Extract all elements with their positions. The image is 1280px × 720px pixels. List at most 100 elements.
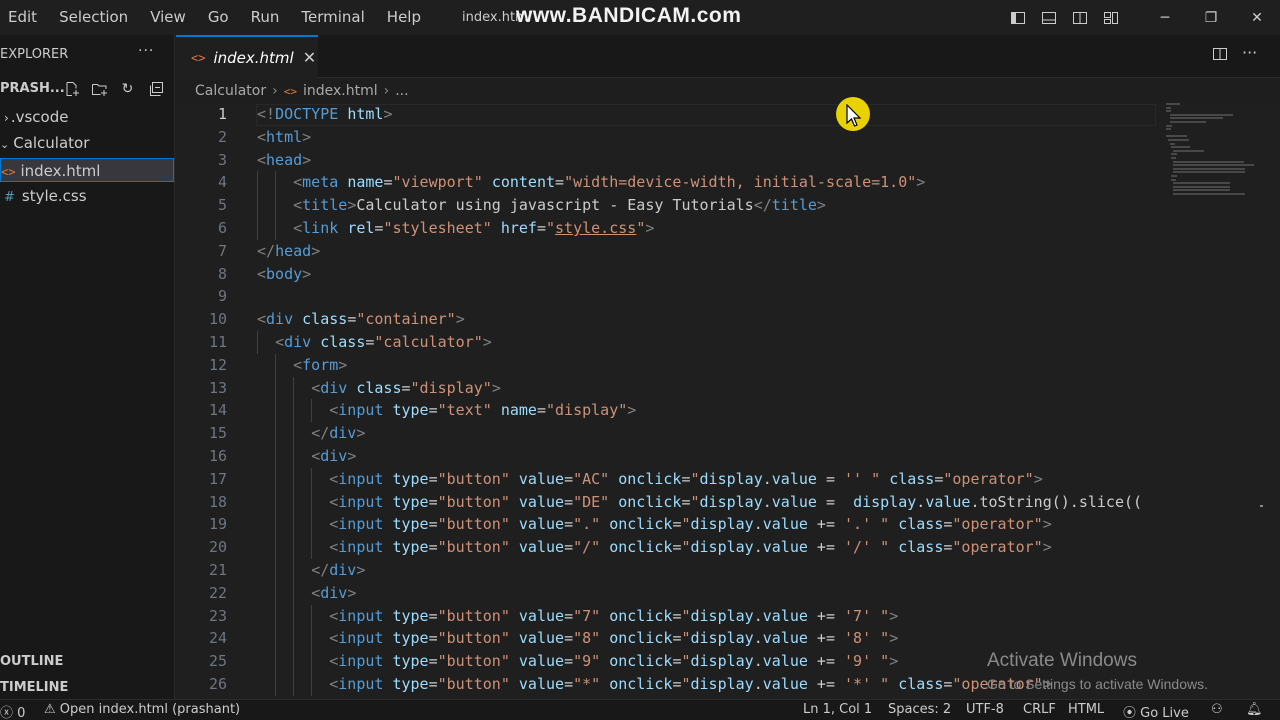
activate-windows-title: Activate Windows [987,650,1137,671]
code-line[interactable]: 2 <html> [176,126,1176,149]
code-line[interactable]: 5 <title>Calculator using javascript - E… [176,194,1176,218]
code-line[interactable]: 22 <div> [176,581,1176,605]
outline-panel-header[interactable]: OUTLINE [0,654,63,669]
minimap[interactable] [1166,103,1266,213]
new-file-icon[interactable] [62,79,81,98]
code-text: <input type="text" name="display"> [257,399,636,422]
code-token: < [293,173,303,192]
breadcrumb-more[interactable]: ... [395,83,408,99]
code-token: = [428,515,438,534]
close-window-icon[interactable]: ✕ [1234,0,1280,35]
new-folder-icon[interactable] [90,79,109,98]
explorer-more-icon[interactable]: ··· [138,43,154,59]
code-token: " [681,538,691,557]
customize-layout-icon[interactable] [1095,0,1126,35]
project-header[interactable]: PRASH... [0,81,65,96]
code-line[interactable]: 16 <div> [176,445,1176,468]
code-line[interactable]: 17 <input type="button" value="AC" oncli… [176,467,1176,491]
notifications-icon[interactable]: 🔔︎ [1246,702,1263,717]
code-line[interactable]: 7 </head> [176,240,1176,263]
code-token: < [293,196,303,215]
menu-selection[interactable]: Selection [48,0,139,35]
minimap-line [1173,171,1246,174]
code-line[interactable]: 21 </div> [176,559,1176,582]
encoding[interactable]: UTF-8 [966,702,1004,717]
scrollbar-marker[interactable] [1260,505,1263,507]
code-line[interactable]: 14 <input type="text" name="display"> [176,399,1176,423]
indent-guide [293,581,295,605]
code-token: html [266,127,303,146]
code-line[interactable]: 1 <!DOCTYPE html> [176,103,1176,126]
code-line[interactable]: 19 <input type="button" value="." onclic… [176,513,1176,537]
code-line[interactable]: 6 <link rel="stylesheet" href="style.css… [176,217,1176,240]
menu-terminal[interactable]: Terminal [290,0,375,35]
remote-status[interactable]: ⚠ Open index.html (prashant) [44,702,240,717]
line-ending[interactable]: CRLF [1023,702,1056,717]
go-live-button[interactable]: ⦿ Go Live [1123,702,1189,720]
menu-help[interactable]: Help [376,0,432,35]
language-mode[interactable]: HTML [1068,702,1104,717]
toggle-secondary-sidebar-icon[interactable] [1064,0,1095,35]
code-token: value [518,652,565,671]
code-token: type [392,492,429,511]
code-token: = [564,606,574,625]
minimize-icon[interactable]: ─ [1142,0,1188,35]
menu-edit[interactable]: Edit [0,0,48,35]
code-token: DOCTYPE [275,105,348,123]
refresh-explorer-icon[interactable]: ↻ [118,79,137,98]
code-token: toString [979,492,1052,511]
status-bar: ⓧ 0 ⚠ Open index.html (prashant) Ln 1, C… [0,699,1280,720]
tree-item-vscode[interactable]: › .vscode [0,105,174,129]
code-line[interactable]: 18 <input type="button" value="DE" oncli… [176,490,1176,514]
line-number: 23 [208,606,227,625]
code-token: Calculator using javascript - Easy Tutor… [356,196,754,215]
menu-view[interactable]: View [139,0,197,35]
menu-go[interactable]: Go [197,0,240,35]
more-actions-icon[interactable]: ··· [1242,43,1257,62]
tab-index-html[interactable]: <> index.html ✕ [176,35,318,78]
indentation[interactable]: Spaces: 2 [888,702,951,717]
code-line[interactable]: 3 <head> [176,149,1176,172]
code-token: . [916,492,926,511]
code-token: div [329,561,357,579]
code-line[interactable]: 20 <input type="button" value="/" onclic… [176,536,1176,560]
code-line[interactable]: 15 </div> [176,422,1176,446]
collapse-folders-icon[interactable] [146,79,165,98]
tree-item-calculator[interactable]: ⌄ Calculator [0,131,174,155]
code-token: > [916,173,926,192]
code-line[interactable]: 12 <form> [176,353,1176,377]
timeline-panel-header[interactable]: TIMELINE [0,680,68,695]
code-editor[interactable]: 1 <!DOCTYPE html> 2 <html> 3 <head> 4 <meta na… [176,103,1280,699]
code-line[interactable]: 9 [176,285,1176,308]
problems-status[interactable]: ⓧ 0 [0,702,25,720]
code-line[interactable]: 4 <meta name="viewport" content="width=d… [176,171,1176,195]
code-line[interactable]: 24 <input type="button" value="8" onclic… [176,627,1176,651]
line-number: 7 [217,241,227,260]
code-token: . [970,492,980,511]
close-tab-icon[interactable]: ✕ [303,48,316,67]
tree-item-index-html[interactable]: <> index.html [0,158,174,182]
minimap-line [1173,164,1255,167]
accounts-icon[interactable]: ⚇ [1211,702,1223,717]
split-editor-icon[interactable] [1212,46,1228,66]
code-line[interactable]: 23 <input type="button" value="7" onclic… [176,604,1176,628]
cursor-position[interactable]: Ln 1, Col 1 [803,702,872,717]
restore-icon[interactable]: ❐ [1188,0,1234,35]
code-token: > [889,652,899,671]
code-line[interactable]: 8 <body> [176,263,1176,286]
breadcrumb-folder[interactable]: Calculator [195,83,266,99]
menu-run[interactable]: Run [240,0,291,35]
toggle-panel-icon[interactable] [1033,0,1064,35]
code-line[interactable]: 11 <div class="calculator"> [176,331,1176,354]
code-token: . [762,469,772,488]
code-token: '' " [844,469,881,488]
code-line[interactable]: 10 <div class="container"> [176,308,1176,331]
tree-item-style-css[interactable]: # style.css [0,184,174,208]
code-line[interactable]: 13 <div class="display"> [176,376,1176,400]
toggle-primary-sidebar-icon[interactable] [1002,0,1033,35]
indent-guide [311,627,313,651]
indent-guide [311,604,313,628]
code-token: onclick [618,469,682,488]
breadcrumb-file[interactable]: index.html [303,83,378,99]
